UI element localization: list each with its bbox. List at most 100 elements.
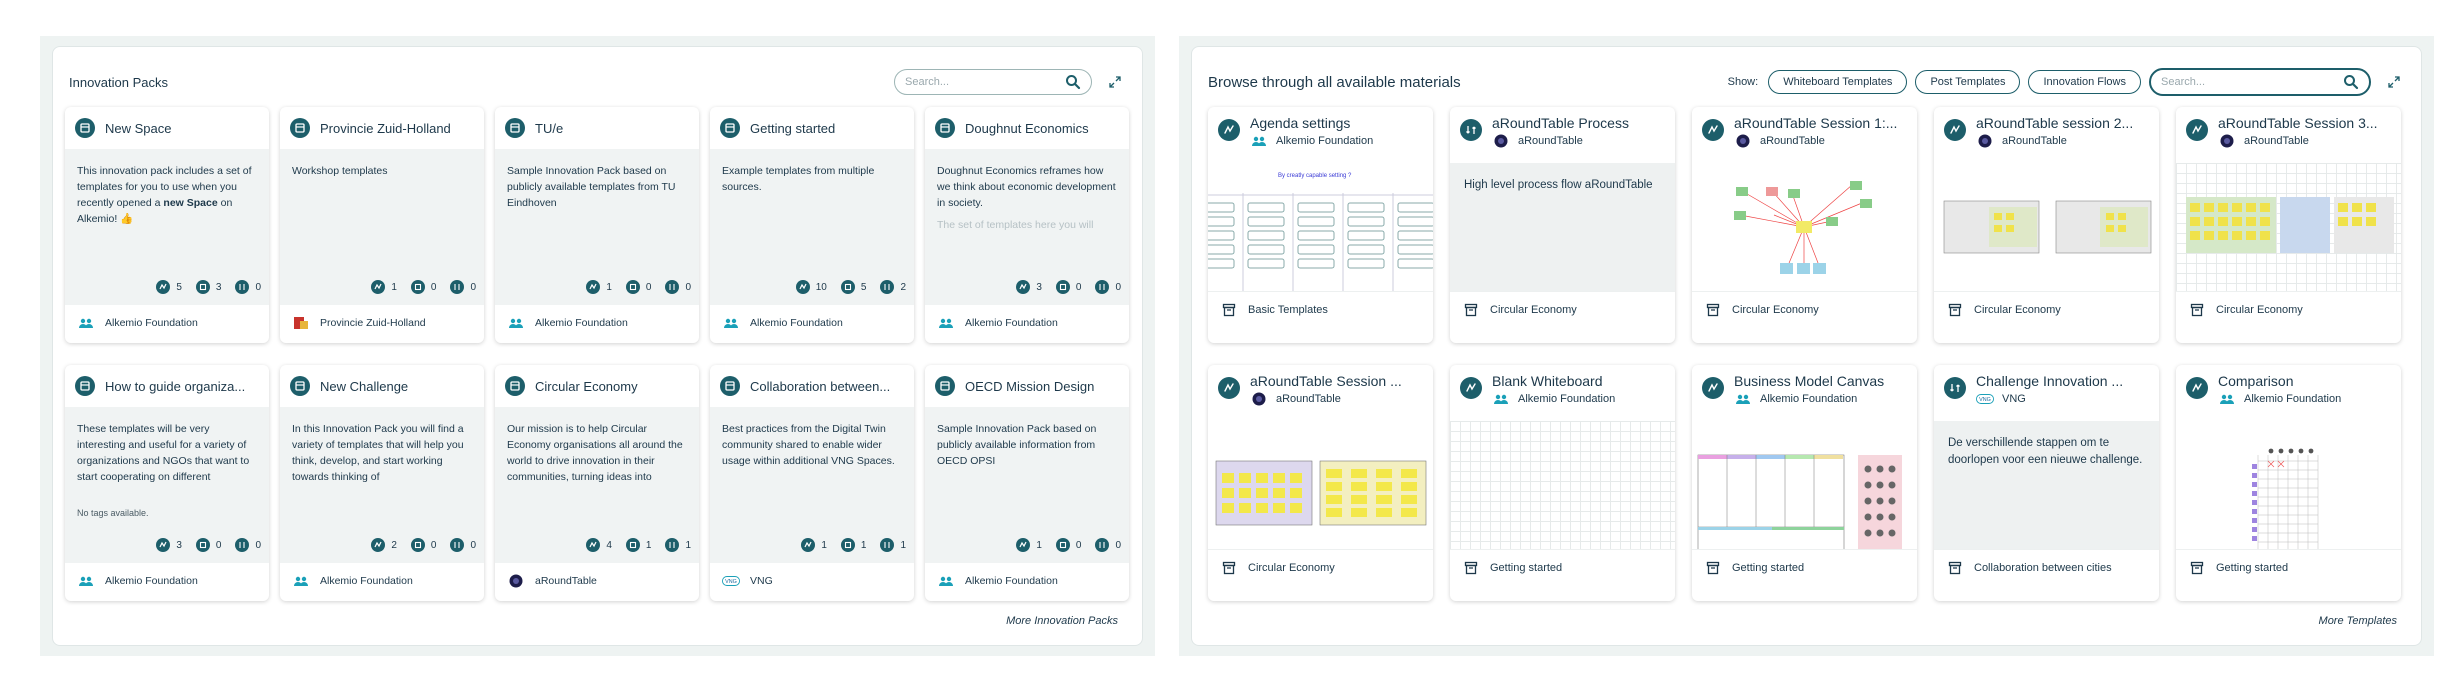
- template-title[interactable]: aRoundTable session 2...: [1976, 115, 2149, 131]
- pack-title[interactable]: Doughnut Economics: [965, 121, 1089, 136]
- host-name: Alkemio Foundation: [965, 317, 1058, 329]
- pack-title[interactable]: Getting started: [750, 121, 835, 136]
- whiteboard-template-icon: [371, 538, 386, 552]
- template-preview: [1692, 163, 1917, 291]
- pack-title[interactable]: Provincie Zuid-Holland: [320, 121, 451, 136]
- post-count: 0: [625, 280, 651, 294]
- expand-icon[interactable]: [2383, 71, 2405, 93]
- template-card-header: aRoundTable session 2... aRoundTable: [1934, 107, 2159, 163]
- innovation-packs-search-input[interactable]: Search...: [894, 69, 1092, 95]
- show-label: Show:: [1727, 76, 1759, 88]
- pack-counts: 100: [495, 269, 699, 305]
- flow-count: 1: [880, 538, 906, 552]
- template-author: Alkemio Foundation: [1734, 392, 1907, 406]
- post-count: 0: [410, 538, 436, 552]
- pack-title[interactable]: Circular Economy: [535, 379, 638, 394]
- template-pack-name: Circular Economy: [1490, 303, 1577, 316]
- innovation-pack-card[interactable]: TU/e Sample Innovation Pack based on publ…: [495, 107, 699, 343]
- template-card[interactable]: aRoundTable Session 3... aRoundTable Circu…: [2176, 107, 2401, 343]
- expand-icon[interactable]: [1104, 71, 1126, 93]
- search-icon[interactable]: [2343, 74, 2359, 90]
- whiteboard-template-icon: [156, 280, 171, 294]
- innovation-pack-card[interactable]: How to guide organiza... These templates …: [65, 365, 269, 601]
- filter-post-templates[interactable]: Post Templates: [1915, 70, 2021, 94]
- pack-title[interactable]: TU/e: [535, 121, 563, 136]
- vng-logo-icon: VNG: [1976, 392, 1994, 406]
- template-title[interactable]: aRoundTable Process: [1492, 115, 1665, 131]
- template-pack: Circular Economy: [1208, 549, 1433, 585]
- template-title[interactable]: Blank Whiteboard: [1492, 373, 1665, 389]
- innovation-packs-grid: New Space This innovation pack includes a…: [65, 107, 1129, 601]
- pack-title[interactable]: New Challenge: [320, 379, 408, 394]
- template-card[interactable]: Agenda settings Alkemio Foundation By crea…: [1208, 107, 1433, 343]
- whiteboard-count: 1: [801, 538, 827, 552]
- more-templates-link[interactable]: More Templates: [2319, 615, 2397, 627]
- pack-title[interactable]: Collaboration between...: [750, 379, 890, 394]
- innovation-pack-card[interactable]: Collaboration between... Best practices f…: [710, 365, 914, 601]
- pack-title[interactable]: OECD Mission Design: [965, 379, 1094, 394]
- template-author: Alkemio Foundation: [1250, 134, 1423, 148]
- innovation-flow-icon: [1944, 377, 1966, 399]
- archive-icon: [1704, 303, 1722, 317]
- whiteboard-template-icon: [1702, 119, 1724, 141]
- innovation-pack-card[interactable]: Getting started Example templates from mu…: [710, 107, 914, 343]
- whiteboard-template-icon: [1016, 538, 1031, 552]
- pack-title[interactable]: New Space: [105, 121, 171, 136]
- whiteboard-template-icon: [1460, 377, 1482, 399]
- innovation-pack-card[interactable]: OECD Mission Design Sample Innovation Pac…: [925, 365, 1129, 601]
- template-title[interactable]: Comparison: [2218, 373, 2391, 389]
- template-title[interactable]: Agenda settings: [1250, 115, 1423, 131]
- template-card[interactable]: aRoundTable Session 1:... aRoundTable Circ…: [1692, 107, 1917, 343]
- template-card[interactable]: aRoundTable Process aRoundTable High level…: [1450, 107, 1675, 343]
- pack-card-header: Getting started: [710, 107, 914, 149]
- template-card[interactable]: Challenge Innovation ... VNG VNG De verschi…: [1934, 365, 2159, 601]
- template-card[interactable]: aRoundTable session 2... aRoundTable Circu…: [1934, 107, 2159, 343]
- pack-counts: 300: [65, 527, 269, 563]
- innovation-pack-card[interactable]: Provincie Zuid-Holland Workshop templates…: [280, 107, 484, 343]
- templates-search-input[interactable]: Search...: [2149, 68, 2371, 96]
- template-card[interactable]: Blank Whiteboard Alkemio Foundation Gettin…: [1450, 365, 1675, 601]
- whiteboard-template-icon: [1218, 119, 1240, 141]
- innovation-flow-icon: [450, 538, 465, 552]
- innovation-packs-header: Innovation Packs Search...: [69, 67, 1126, 97]
- flow-count: 0: [450, 280, 476, 294]
- template-title[interactable]: aRoundTable Session 1:...: [1734, 115, 1907, 131]
- innovation-pack-icon: [720, 118, 740, 138]
- innovation-pack-card[interactable]: New Space This innovation pack includes a…: [65, 107, 269, 343]
- whiteboard-count: 1: [371, 280, 397, 294]
- pack-host: Alkemio Foundation: [925, 563, 1129, 599]
- innovation-pack-card[interactable]: New Challenge In this Innovation Pack you…: [280, 365, 484, 601]
- more-innovation-packs-link[interactable]: More Innovation Packs: [1006, 615, 1118, 627]
- template-pack-name: Getting started: [2216, 561, 2289, 574]
- pack-title[interactable]: How to guide organiza...: [105, 379, 245, 394]
- vng-logo-icon: VNG: [722, 574, 740, 588]
- whiteboard-count: 5: [156, 280, 182, 294]
- innovation-pack-icon: [505, 376, 525, 396]
- template-title[interactable]: Challenge Innovation ...: [1976, 373, 2149, 389]
- host-name: VNG: [750, 575, 773, 587]
- whiteboard-template-icon: [586, 280, 601, 294]
- post-template-icon: [410, 538, 425, 552]
- template-title[interactable]: Business Model Canvas: [1734, 373, 1907, 389]
- whiteboard-template-icon: [1702, 377, 1724, 399]
- template-card[interactable]: aRoundTable Session ... aRoundTable Circul…: [1208, 365, 1433, 601]
- innovation-flow-icon: [665, 538, 680, 552]
- post-template-icon: [840, 538, 855, 552]
- template-title[interactable]: aRoundTable Session ...: [1250, 373, 1423, 389]
- search-icon[interactable]: [1065, 74, 1081, 90]
- post-template-icon: [1055, 280, 1070, 294]
- template-meta: aRoundTable Session 3... aRoundTable: [2218, 115, 2391, 163]
- innovation-pack-card[interactable]: Circular Economy Our mission is to help C…: [495, 365, 699, 601]
- template-card[interactable]: Comparison Alkemio Foundation Getting star…: [2176, 365, 2401, 601]
- template-title[interactable]: aRoundTable Session 3...: [2218, 115, 2391, 131]
- people-icon: [2218, 392, 2236, 406]
- filter-whiteboard-templates[interactable]: Whiteboard Templates: [1768, 70, 1908, 94]
- post-template-icon: [195, 280, 210, 294]
- innovation-pack-card[interactable]: Doughnut Economics Doughnut Economics ref…: [925, 107, 1129, 343]
- template-card[interactable]: Business Model Canvas Alkemio Foundation G…: [1692, 365, 1917, 601]
- template-preview: [1450, 421, 1675, 549]
- pack-counts: 300: [925, 269, 1129, 305]
- template-preview: [1208, 421, 1433, 549]
- filter-innovation-flows[interactable]: Innovation Flows: [2028, 70, 2141, 94]
- search-placeholder: Search...: [2161, 76, 2206, 88]
